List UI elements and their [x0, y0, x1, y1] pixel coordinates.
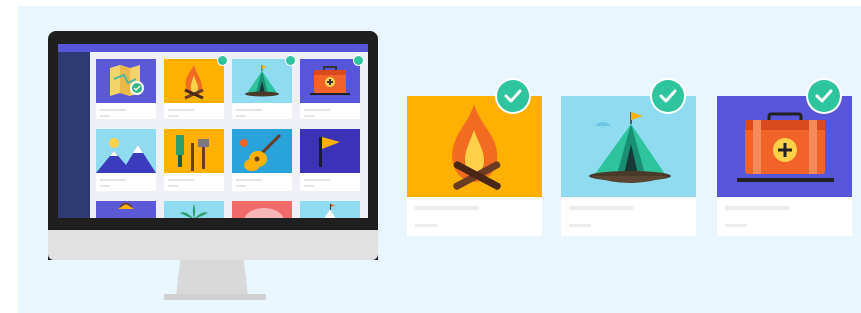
selected-check-icon	[353, 55, 364, 66]
monitor-screen	[58, 44, 368, 218]
campfire-icon	[164, 59, 224, 103]
tile-guitar[interactable]	[232, 129, 292, 191]
tile-pig[interactable]	[232, 201, 292, 218]
card-subtitle-placeholder	[415, 224, 437, 227]
map-icon	[96, 59, 156, 103]
tile-tools[interactable]	[164, 129, 224, 191]
monitor-chin	[48, 230, 378, 260]
selected-check-icon	[652, 80, 684, 112]
tile-tent[interactable]	[232, 55, 296, 119]
selected-check-icon	[808, 80, 840, 112]
tile-snowy-peak[interactable]	[300, 201, 360, 218]
selected-check-icon	[285, 55, 296, 66]
lantern-icon	[96, 201, 156, 218]
tile-flag[interactable]	[300, 129, 360, 191]
screen-sidebar	[58, 52, 90, 218]
card-title-placeholder	[569, 206, 633, 210]
flag-icon	[300, 129, 360, 173]
tile-plant[interactable]	[164, 201, 224, 218]
tile-campfire[interactable]	[164, 55, 228, 119]
snowy-peak-icon	[300, 201, 360, 218]
pig-icon	[232, 201, 292, 218]
card-subtitle-placeholder	[569, 224, 591, 227]
card-subtitle-placeholder	[725, 224, 747, 227]
selected-card-campfire[interactable]	[407, 96, 542, 236]
selected-check-icon	[497, 80, 529, 112]
monitor-stand-base	[164, 294, 266, 300]
tile-map[interactable]	[96, 59, 156, 119]
selected-card-tent[interactable]	[561, 96, 696, 236]
plant-icon	[164, 201, 224, 218]
mountains-icon	[96, 129, 156, 173]
tile-mountains[interactable]	[96, 129, 156, 191]
selected-check-icon	[217, 55, 228, 66]
tent-icon	[232, 59, 292, 103]
tile-lantern[interactable]	[96, 201, 156, 218]
first-aid-kit-icon	[300, 59, 360, 103]
monitor-stand	[176, 260, 248, 296]
guitar-icon	[232, 129, 292, 173]
card-title-placeholder	[725, 206, 789, 210]
card-title-placeholder	[415, 206, 479, 210]
screen-top-bar	[58, 44, 368, 52]
tools-icon	[164, 129, 224, 173]
tile-first-aid-kit[interactable]	[300, 55, 364, 119]
selected-card-first-aid-kit[interactable]	[717, 96, 852, 236]
